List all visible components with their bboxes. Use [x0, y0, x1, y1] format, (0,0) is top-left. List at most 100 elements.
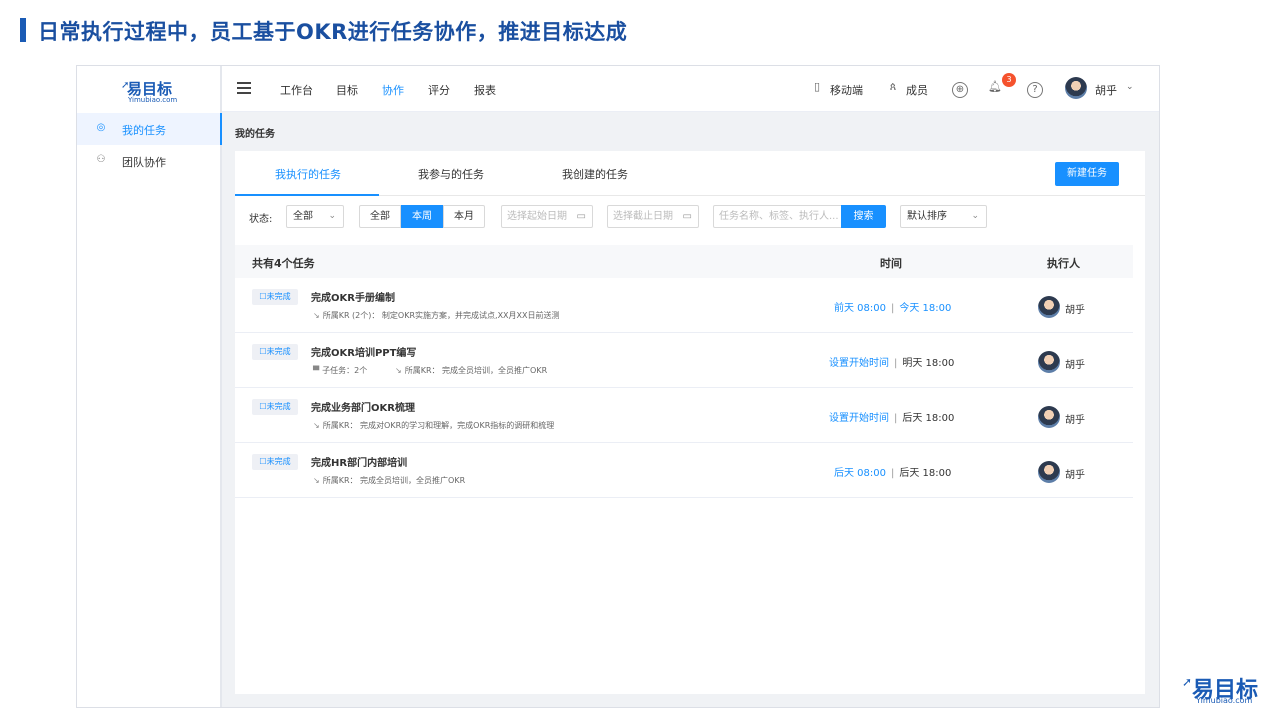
task-title[interactable]: 完成业务部门OKR梳理 [311, 399, 415, 414]
status-select[interactable]: 全部 ⌄ [286, 205, 344, 228]
sidebar: ➚ 易目标 Yimubiao.com ◎ 我的任务 ⚇ 团队协作 [77, 66, 222, 707]
table-row[interactable]: ☐未完成 完成HR部门内部培训 ↘ 所属KR： 完成全员培训，全员推广OKR 后天… [235, 443, 1133, 498]
end-time[interactable]: 今天 18:00 [899, 303, 951, 314]
hamburger-icon[interactable] [237, 82, 251, 94]
task-title[interactable]: 完成HR部门内部培训 [311, 454, 407, 469]
tab-executing[interactable]: 我执行的任务 [275, 166, 341, 182]
user-name[interactable]: 胡乎 [1095, 82, 1117, 98]
time-separator: | [894, 358, 898, 369]
start-date-placeholder: 选择起始日期 [507, 211, 567, 222]
task-time: 设置开始时间 | 明天 18:00 [829, 354, 954, 369]
time-column-header: 时间 [880, 257, 902, 270]
nav-scoring[interactable]: 评分 [428, 82, 450, 98]
sidebar-item-my-tasks[interactable]: ◎ 我的任务 [77, 113, 222, 145]
end-time[interactable]: 后天 18:00 [899, 468, 951, 479]
avatar [1038, 461, 1060, 483]
start-time[interactable]: 前天 08:00 [834, 303, 886, 314]
owner-column-header: 执行人 [1047, 257, 1080, 270]
owner-name: 胡乎 [1065, 415, 1085, 426]
sort-select[interactable]: 默认排序 ⌄ [900, 205, 987, 228]
nav-collaboration[interactable]: 协作 [382, 82, 404, 98]
owner-name: 胡乎 [1065, 360, 1085, 371]
title-accent-bar [20, 18, 26, 42]
sidebar-item-team-collab[interactable]: ⚇ 团队协作 [77, 145, 222, 177]
status-select-value: 全部 [293, 211, 313, 222]
notification-badge: 3 [1002, 73, 1016, 87]
tab-created[interactable]: 我创建的任务 [562, 166, 628, 182]
logo-mark-icon: ➚ [1182, 675, 1193, 689]
table-row[interactable]: ☐未完成 完成业务部门OKR梳理 ↘ 所属KR： 完成对OKR的学习和理解，完成O… [235, 388, 1133, 443]
corner-logo: ➚ 易目标 Yimubiao.com [1180, 672, 1270, 708]
app-window: ➚ 易目标 Yimubiao.com ◎ 我的任务 ⚇ 团队协作 工作台 目标 … [76, 65, 1160, 708]
kr-meta: ↘ 所属KR： 完成对OKR的学习和理解，完成OKR指标的调研和梳理 [313, 420, 554, 431]
table-header: 共有4个任务 时间 执行人 [235, 245, 1133, 278]
app-logo[interactable]: ➚ 易目标 Yimubiao.com [121, 78, 181, 104]
tab-participating[interactable]: 我参与的任务 [418, 166, 484, 182]
search-input[interactable]: 任务名称、标签、执行人... [713, 205, 843, 228]
calendar-icon: ▭ [682, 211, 692, 222]
basketball-icon[interactable]: ⊕ [952, 82, 968, 98]
owner-name: 胡乎 [1065, 305, 1085, 316]
status-badge[interactable]: ☐未完成 [252, 344, 298, 360]
time-separator: | [894, 413, 898, 424]
top-navbar: 工作台 目标 协作 评分 报表 ▯ 移动端 ጰ 成员 ⊕ 🔔︎ 3 ? 胡乎 ⌄ [222, 66, 1159, 112]
logo-subtext: Yimubiao.com [128, 96, 178, 104]
kr-text: 所属KR (2个)： 制定OKR实施方案，并完成试点,XX月XX日前送测 [322, 311, 560, 320]
table-row[interactable]: ☐未完成 完成OKR培训PPT编写 ▀ 子任务：2个 ↘ 所属KR： 完成全员培训，… [235, 333, 1133, 388]
nav-reports[interactable]: 报表 [474, 82, 496, 98]
search-button[interactable]: 搜索 [841, 205, 886, 228]
task-time: 前天 08:00 | 今天 18:00 [834, 299, 951, 314]
end-time[interactable]: 明天 18:00 [902, 358, 954, 369]
time-separator: | [891, 303, 895, 314]
target-icon: ◎ [96, 122, 106, 133]
help-icon[interactable]: ? [1027, 82, 1043, 98]
task-time: 后天 08:00 | 后天 18:00 [834, 464, 951, 479]
link-icon: ↘ [313, 421, 320, 430]
range-all[interactable]: 全部 [359, 205, 401, 228]
time-separator: | [891, 468, 895, 479]
task-count: 共有4个任务 [252, 257, 315, 270]
members-icon: ጰ [889, 80, 897, 93]
kr-meta: ↘ 所属KR： 完成全员培训，全员推广OKR [313, 475, 465, 486]
corner-logo-subtext: Yimubiao.com [1196, 696, 1253, 705]
nav-goals[interactable]: 目标 [336, 82, 358, 98]
end-date-placeholder: 选择截止日期 [613, 211, 673, 222]
avatar [1038, 296, 1060, 318]
end-time[interactable]: 后天 18:00 [902, 413, 954, 424]
sidebar-item-label: 团队协作 [122, 156, 166, 169]
start-time[interactable]: 后天 08:00 [834, 468, 886, 479]
chevron-down-icon: ⌄ [971, 211, 979, 221]
avatar[interactable] [1065, 77, 1087, 99]
status-badge[interactable]: ☐未完成 [252, 399, 298, 415]
table-row[interactable]: ☐未完成 完成OKR手册编制 ↘ 所属KR (2个)： 制定OKR实施方案，并完成… [235, 278, 1133, 333]
chevron-down-icon[interactable]: ⌄ [1126, 82, 1134, 92]
slide-title: 日常执行过程中，员工基于OKR进行任务协作，推进目标达成 [38, 20, 628, 44]
mobile-icon: ▯ [813, 80, 821, 93]
kr-text: 所属KR： 完成对OKR的学习和理解，完成OKR指标的调研和梳理 [322, 421, 555, 430]
owner-name: 胡乎 [1065, 470, 1085, 481]
nav-workbench[interactable]: 工作台 [280, 82, 313, 98]
status-badge[interactable]: ☐未完成 [252, 289, 298, 305]
start-date-picker[interactable]: 选择起始日期 ▭ [501, 205, 593, 228]
calendar-icon: ▭ [576, 211, 586, 222]
end-date-picker[interactable]: 选择截止日期 ▭ [607, 205, 699, 228]
task-title[interactable]: 完成OKR培训PPT编写 [311, 344, 416, 359]
status-badge[interactable]: ☐未完成 [252, 454, 298, 470]
team-icon: ⚇ [96, 154, 106, 165]
range-this-month[interactable]: 本月 [443, 205, 485, 228]
bell-icon[interactable]: 🔔︎ [988, 80, 1002, 94]
members-link[interactable]: 成员 [906, 82, 928, 98]
avatar [1038, 351, 1060, 373]
mobile-link[interactable]: 移动端 [830, 82, 863, 98]
avatar [1038, 406, 1060, 428]
range-this-week[interactable]: 本周 [401, 205, 443, 228]
kr-meta: ↘ 所属KR： 完成全员培训，全员推广OKR [395, 365, 547, 376]
task-title[interactable]: 完成OKR手册编制 [311, 289, 395, 304]
set-start-time[interactable]: 设置开始时间 [829, 413, 889, 424]
new-task-button[interactable]: 新建任务 [1055, 162, 1119, 186]
kr-text: 所属KR： 完成全员培训，全员推广OKR [322, 476, 466, 485]
sidebar-item-label: 我的任务 [122, 124, 166, 137]
set-start-time[interactable]: 设置开始时间 [829, 358, 889, 369]
kr-meta: ↘ 所属KR (2个)： 制定OKR实施方案，并完成试点,XX月XX日前送测 [313, 310, 560, 321]
subtask-meta: ▀ 子任务：2个 [313, 365, 367, 376]
